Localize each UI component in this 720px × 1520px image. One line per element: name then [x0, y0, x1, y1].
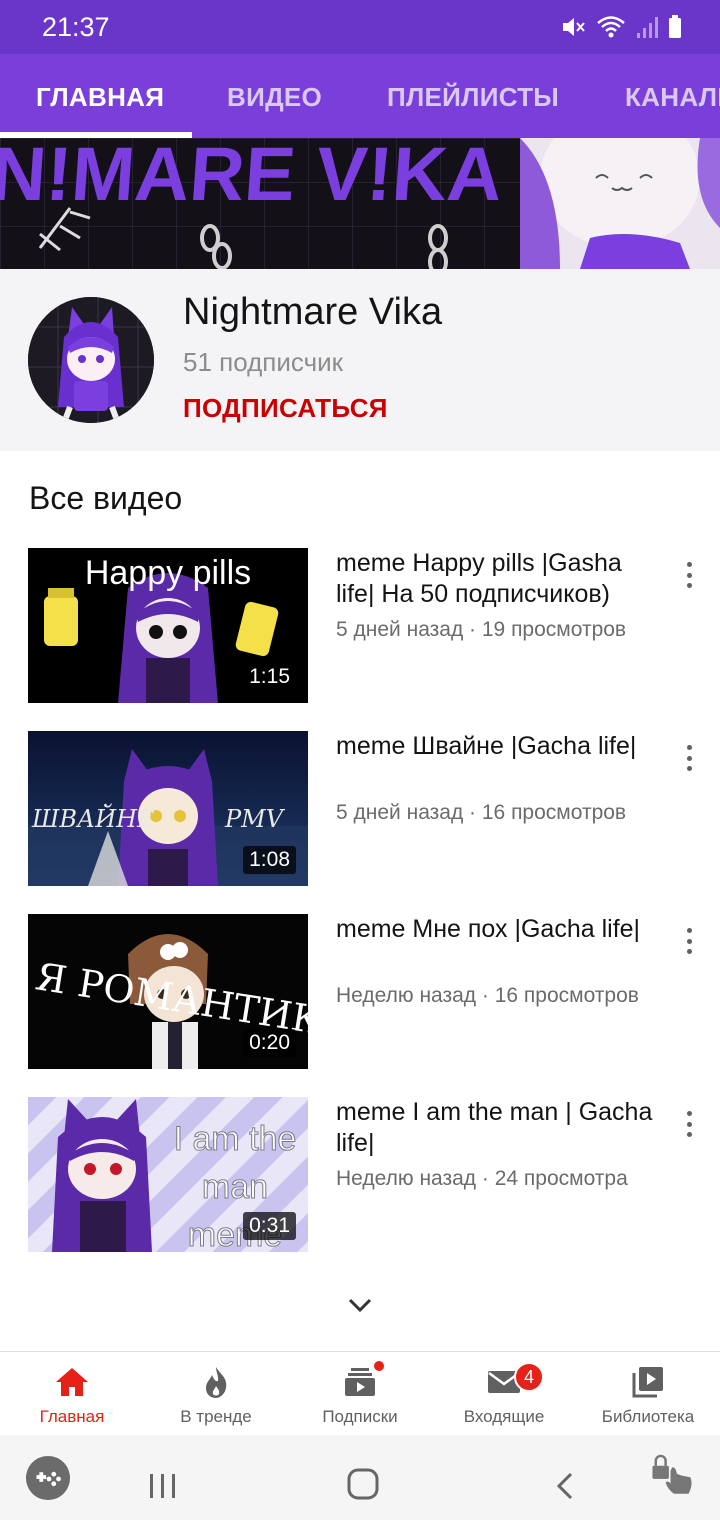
- mute-icon: [563, 18, 585, 36]
- tab-home[interactable]: ГЛАВНАЯ: [36, 54, 164, 138]
- nav-label: Библиотека: [601, 1407, 695, 1426]
- section-title: Все видео: [29, 480, 183, 516]
- battery-icon: [669, 15, 681, 38]
- video-thumbnail[interactable]: I am the man meme 0:31: [28, 1097, 308, 1252]
- notification-dot: [372, 1359, 386, 1373]
- recent-apps-icon[interactable]: [146, 1463, 180, 1509]
- video-thumbnail[interactable]: Я РОМАНТИК 0:20: [28, 914, 308, 1069]
- library-icon: [632, 1367, 663, 1398]
- nav-label: Главная: [39, 1407, 105, 1426]
- video-meta: Неделю назад · 24 просмотра: [336, 1167, 628, 1190]
- status-bar: 21:37: [0, 0, 720, 54]
- signal-icon: [637, 17, 658, 38]
- nav-subscriptions[interactable]: Подписки: [288, 1352, 432, 1436]
- subscribe-button[interactable]: ПОДПИСАТЬСЯ: [183, 393, 388, 424]
- subscriber-count: 51 подписчик: [183, 347, 344, 377]
- nav-trending[interactable]: В тренде: [144, 1352, 288, 1436]
- channel-banner: N!MARE V!KA: [0, 138, 720, 269]
- channel-avatar[interactable]: [28, 297, 154, 423]
- home-icon: [56, 1368, 88, 1396]
- nav-label: Входящие: [463, 1407, 545, 1426]
- back-icon[interactable]: [554, 1463, 576, 1509]
- thumbnail-text-right: PMV: [225, 805, 284, 833]
- trending-icon: [206, 1367, 227, 1398]
- banner-title: N!MARE V!KA: [0, 138, 505, 217]
- chevron-down-icon[interactable]: [344, 1294, 376, 1318]
- video-title[interactable]: meme I am the man | Gacha life|: [336, 1097, 666, 1159]
- channel-tabs: ГЛАВНАЯ ВИДЕО ПЛЕЙЛИСТЫ КАНАЛЫ: [0, 54, 720, 138]
- tab-channels[interactable]: КАНАЛЫ: [625, 54, 720, 138]
- banner-art: N!MARE V!KA: [0, 138, 720, 269]
- bottom-navigation: Главная В тренде Подписки 4 Входящие Биб…: [0, 1351, 720, 1435]
- wifi-icon: [597, 16, 625, 38]
- nav-library[interactable]: Библиотека: [576, 1352, 720, 1436]
- video-duration: 1:15: [243, 663, 296, 691]
- channel-name: Nightmare Vika: [183, 291, 443, 333]
- inbox-badge: 4: [514, 1362, 544, 1392]
- video-meta: 5 дней назад · 19 просмотров: [336, 618, 627, 641]
- thumbnail-text: Happy pills: [84, 554, 252, 592]
- video-item[interactable]: Я РОМАНТИК 0:20 meme Мне пох |Gacha life…: [0, 914, 720, 1074]
- more-options-button[interactable]: [676, 560, 702, 590]
- nav-home[interactable]: Главная: [0, 1352, 144, 1436]
- video-item[interactable]: I am the man meme 0:31 meme I am the man…: [0, 1097, 720, 1257]
- channel-header: Nightmare Vika 51 подписчик ПОДПИСАТЬСЯ: [0, 269, 720, 451]
- more-options-button[interactable]: [676, 1109, 702, 1139]
- nav-inbox[interactable]: 4 Входящие: [432, 1352, 576, 1436]
- more-options-button[interactable]: [676, 926, 702, 956]
- thumbnail-text-left: ШВАЙНЕ: [32, 805, 155, 833]
- home-button-icon[interactable]: [346, 1461, 380, 1507]
- video-meta: Неделю назад · 16 просмотров: [336, 984, 639, 1007]
- video-meta: 5 дней назад · 16 просмотров: [336, 801, 627, 824]
- video-duration: 0:31: [243, 1212, 296, 1240]
- video-title[interactable]: meme Швайне |Gacha life|: [336, 731, 666, 762]
- video-duration: 1:08: [243, 846, 296, 874]
- video-thumbnail[interactable]: ШВАЙНЕ PMV 1:08: [28, 731, 308, 886]
- nav-label: Подписки: [322, 1407, 398, 1426]
- more-options-button[interactable]: [676, 743, 702, 773]
- status-time: 21:37: [42, 12, 110, 42]
- nav-label: В тренде: [180, 1407, 252, 1426]
- tab-videos[interactable]: ВИДЕО: [227, 54, 322, 138]
- video-item[interactable]: Happy pills 1:15 meme Happy pills |Gasha…: [0, 548, 720, 708]
- tab-playlists[interactable]: ПЛЕЙЛИСТЫ: [387, 54, 559, 138]
- video-title[interactable]: meme Мне пох |Gacha life|: [336, 914, 666, 945]
- video-title[interactable]: meme Happy pills |Gasha life| На 50 подп…: [336, 548, 666, 610]
- video-thumbnail[interactable]: Happy pills 1:15: [28, 548, 308, 703]
- video-duration: 0:20: [243, 1029, 296, 1057]
- lock-touch-icon[interactable]: [644, 1451, 702, 1497]
- status-icons: [560, 14, 682, 40]
- game-launcher-icon[interactable]: [24, 1455, 72, 1501]
- system-navigation-bar: [0, 1435, 720, 1520]
- video-item[interactable]: ШВАЙНЕ PMV 1:08 meme Швайне |Gacha life|…: [0, 731, 720, 891]
